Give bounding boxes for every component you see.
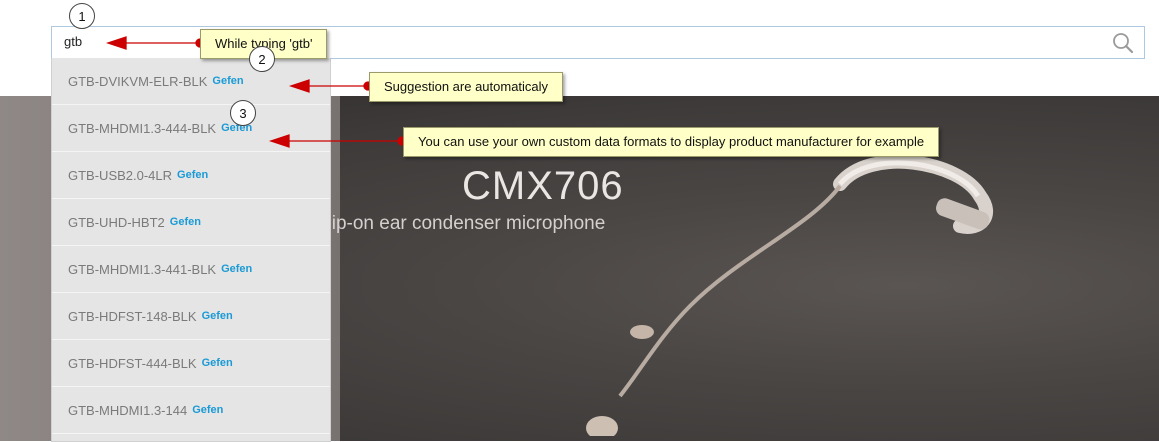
callout-text: Suggestion are automaticaly — [384, 79, 549, 94]
callout-text: You can use your own custom data formats… — [418, 134, 925, 149]
annotation-arrows — [105, 36, 407, 148]
step-badge-2: 2 — [249, 46, 275, 72]
step-badge-1: 1 — [69, 3, 95, 29]
callout-2: Suggestion are automaticaly — [369, 72, 564, 102]
callout-3: You can use your own custom data formats… — [403, 127, 940, 157]
step-badge-3: 3 — [230, 100, 256, 126]
